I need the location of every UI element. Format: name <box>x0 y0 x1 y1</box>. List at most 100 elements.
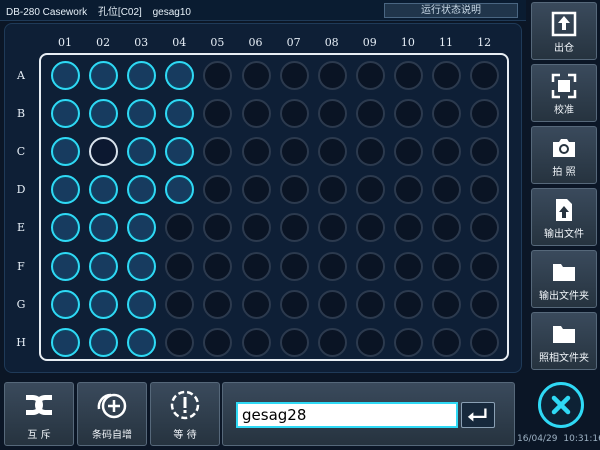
well-b02[interactable] <box>89 99 119 129</box>
well-h03[interactable] <box>127 327 157 357</box>
photo-folder-button[interactable]: 照相文件夹 <box>531 312 597 370</box>
eject-button[interactable]: 出仓 <box>531 2 597 60</box>
well-b12[interactable] <box>470 99 500 129</box>
calibrate-button[interactable]: 校准 <box>531 64 597 122</box>
well-g12[interactable] <box>470 289 500 319</box>
well-g02[interactable] <box>89 289 119 319</box>
well-e09[interactable] <box>355 213 385 243</box>
well-f06[interactable] <box>241 251 271 281</box>
well-b09[interactable] <box>355 99 385 129</box>
row-label: A <box>17 69 25 82</box>
well-a07[interactable] <box>279 61 309 90</box>
well-a11[interactable] <box>432 61 461 90</box>
barcode-input[interactable] <box>236 402 458 428</box>
well-h02[interactable] <box>89 327 119 357</box>
well-h09[interactable] <box>355 327 385 357</box>
well-f03[interactable] <box>127 251 157 281</box>
well-e08[interactable] <box>317 213 347 243</box>
well-a01[interactable] <box>51 61 80 90</box>
well-a02[interactable] <box>89 61 119 90</box>
close-button[interactable] <box>538 382 584 428</box>
well-g01[interactable] <box>51 289 80 319</box>
well-b08[interactable] <box>317 99 347 129</box>
well-h06[interactable] <box>241 327 271 357</box>
well-g10[interactable] <box>393 289 423 319</box>
well-f04[interactable] <box>165 251 195 281</box>
well-d06[interactable] <box>241 175 271 205</box>
export-file-button[interactable]: 输出文件 <box>531 188 597 246</box>
calibrate-icon <box>551 73 577 99</box>
photo-folder-icon <box>553 326 575 343</box>
well-b07[interactable] <box>279 99 309 129</box>
barcode-increment-button[interactable]: 条码自增 <box>77 382 147 446</box>
column-label: 05 <box>210 36 225 49</box>
well-b11[interactable] <box>432 99 461 129</box>
well-g04[interactable] <box>165 289 195 319</box>
wait-button[interactable]: 等 待 <box>150 382 220 446</box>
well-h08[interactable] <box>317 327 347 357</box>
well-e06[interactable] <box>241 213 271 243</box>
action-sidebar: 出仓 校准 拍 照 输出文件 输出文件夹 照相文件夹 <box>527 0 600 373</box>
well-h12[interactable] <box>470 327 500 357</box>
well-c09[interactable] <box>355 137 385 167</box>
well-h10[interactable] <box>393 327 423 357</box>
well-g06[interactable] <box>241 289 271 319</box>
well-c11[interactable] <box>432 137 461 167</box>
well-g07[interactable] <box>279 289 309 319</box>
well-d07[interactable] <box>279 175 309 205</box>
well-f08[interactable] <box>317 251 347 281</box>
row-label: G <box>16 297 26 311</box>
well-d08[interactable] <box>317 175 347 205</box>
well-f10[interactable] <box>393 251 423 281</box>
column-label: 07 <box>286 36 301 49</box>
well-f09[interactable] <box>355 251 385 281</box>
well-f07[interactable] <box>279 251 309 281</box>
well-c07[interactable] <box>279 137 309 167</box>
well-a08[interactable] <box>317 61 347 90</box>
well-a03[interactable] <box>127 61 157 90</box>
well-d09[interactable] <box>355 175 385 205</box>
well-f11[interactable] <box>432 251 461 281</box>
date: 16/04/29 <box>517 434 558 444</box>
well-g03[interactable] <box>127 289 157 319</box>
well-g08[interactable] <box>317 289 347 319</box>
well-b10[interactable] <box>393 99 423 129</box>
well-d10[interactable] <box>393 175 423 205</box>
well-c08[interactable] <box>317 137 347 167</box>
eject-label: 出仓 <box>554 43 574 54</box>
well-a12[interactable] <box>470 61 500 90</box>
time: 10:31:16 <box>563 434 600 444</box>
column-label: 12 <box>477 36 492 49</box>
well-b01[interactable] <box>51 99 80 129</box>
camera-button[interactable]: 拍 照 <box>531 126 597 184</box>
well-c10[interactable] <box>393 137 423 167</box>
well-g09[interactable] <box>355 289 385 319</box>
well-a10[interactable] <box>393 61 423 90</box>
well-h04[interactable] <box>165 327 195 357</box>
instrument-name: DB-280 Casework <box>6 7 88 18</box>
row-label: H <box>16 335 26 349</box>
well-h11[interactable] <box>432 327 461 357</box>
well-f02[interactable] <box>89 251 119 281</box>
column-label: 09 <box>362 36 377 49</box>
well-f01[interactable] <box>51 251 80 281</box>
well-g11[interactable] <box>432 289 461 319</box>
well-a09[interactable] <box>355 61 385 90</box>
well-a06[interactable] <box>241 61 271 90</box>
well-b06[interactable] <box>241 99 271 129</box>
well-g05[interactable] <box>203 289 233 319</box>
well-c01[interactable] <box>51 137 80 167</box>
well-h01[interactable] <box>51 327 80 357</box>
row-label: E <box>16 221 26 235</box>
enter-button[interactable] <box>461 402 495 428</box>
well-h05[interactable] <box>203 327 233 357</box>
export-folder-button[interactable]: 输出文件夹 <box>531 250 597 308</box>
well-f05[interactable] <box>203 251 233 281</box>
run-status-help-button[interactable]: 运行状态说明 <box>384 3 518 18</box>
well-f12[interactable] <box>470 251 500 281</box>
well-h07[interactable] <box>279 327 309 357</box>
wait-label: 等 待 <box>173 430 197 441</box>
well-c06[interactable] <box>241 137 271 167</box>
mutex-button[interactable]: 互 斥 <box>4 382 74 446</box>
well-e07[interactable] <box>279 213 309 243</box>
